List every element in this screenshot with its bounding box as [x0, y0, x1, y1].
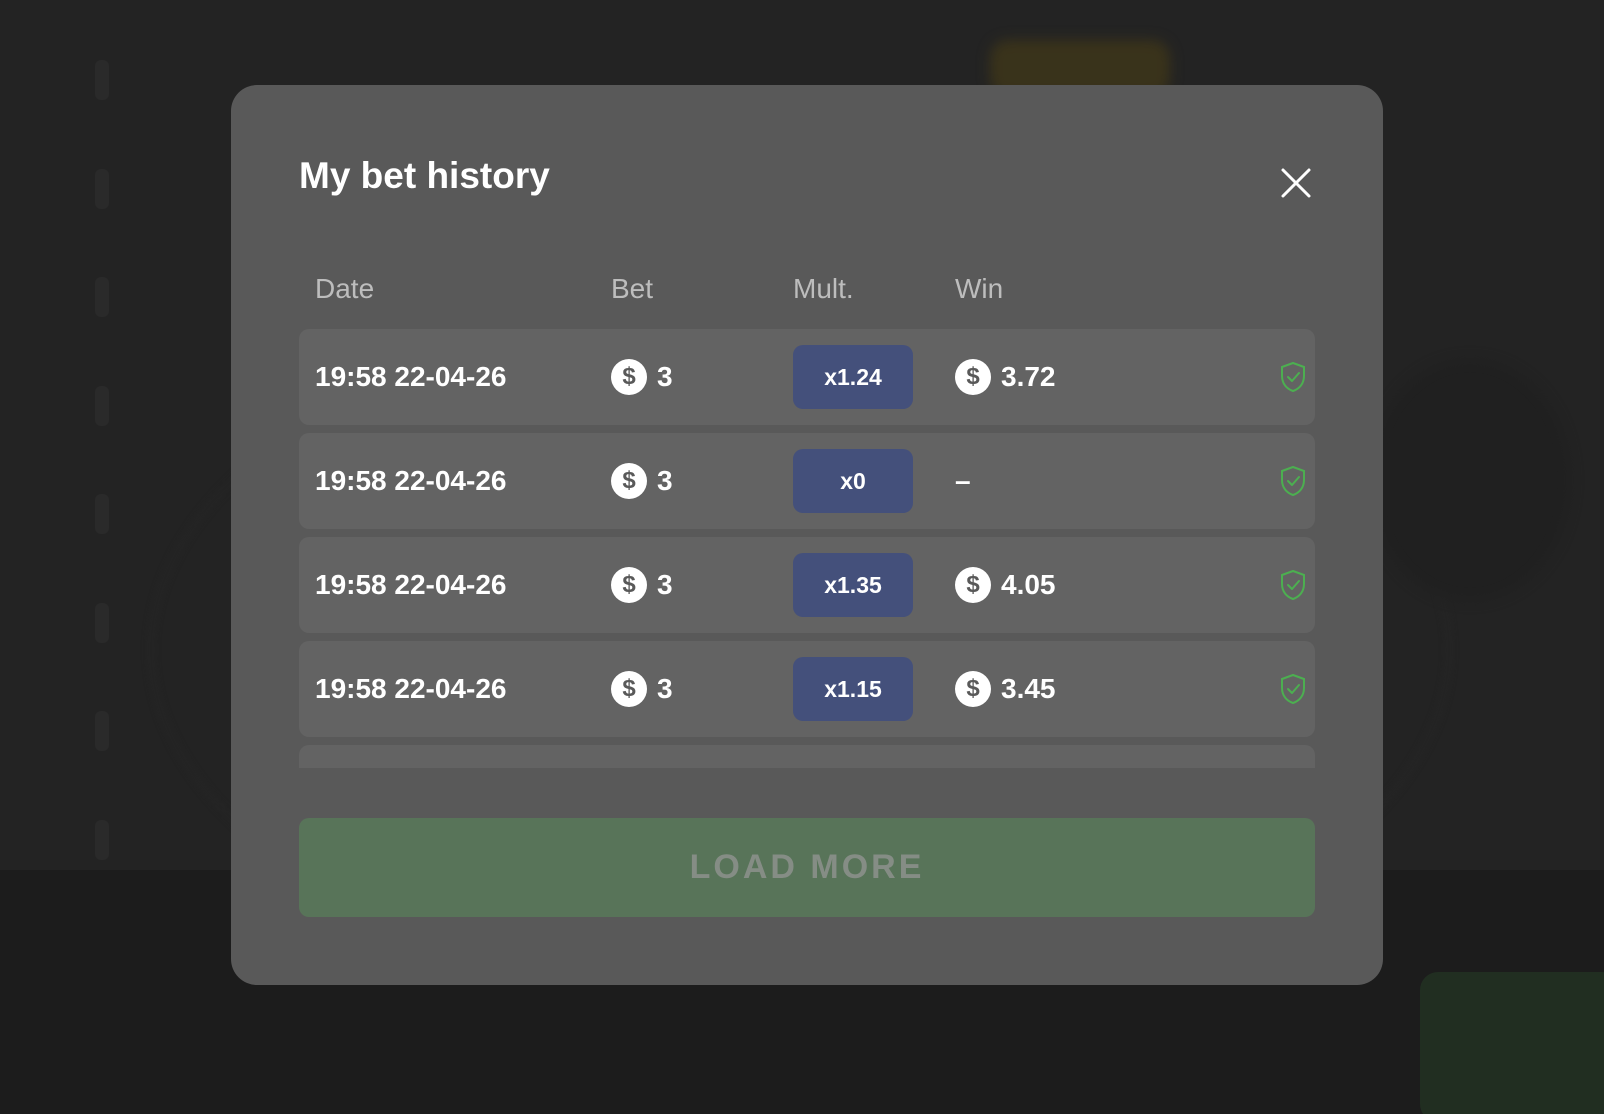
multiplier-badge: x1.15: [793, 657, 913, 721]
bet-history-modal: My bet history Date Bet Mult. Win 19:58 …: [231, 85, 1383, 985]
table-row: 19:58 22-04-26 $ 3 x1.15 $ 3.45: [299, 641, 1315, 737]
row-bet: $ 3: [611, 329, 673, 425]
row-win-amount: –: [955, 465, 971, 496]
header-win: Win: [955, 273, 1004, 304]
modal-title: My bet history: [299, 155, 550, 196]
row-bet: $ 3: [611, 641, 673, 737]
row-date: 19:58 22-04-26: [315, 673, 507, 704]
dollar-coin-icon: $: [955, 671, 991, 707]
row-bet: $ 3: [611, 537, 673, 633]
bet-history-list[interactable]: 19:58 22-04-26 $ 3 x1.24 $ 3.72 19:58 22…: [299, 329, 1315, 768]
close-icon: [1281, 168, 1311, 198]
row-bet-amount: 3: [657, 465, 673, 496]
multiplier-badge: x1.24: [793, 345, 913, 409]
table-row: 19:58 22-04-26 $ 3 x1.35 $ 4.05: [299, 537, 1315, 633]
row-mult: x1.24: [793, 329, 913, 425]
row-win-amount: 3.45: [1001, 673, 1056, 704]
close-button[interactable]: [1278, 165, 1314, 201]
header-bet: Bet: [611, 273, 654, 304]
row-date: 19:58 22-04-26: [315, 465, 507, 496]
row-bet-amount: 3: [657, 361, 673, 392]
row-mult: x0: [793, 433, 913, 529]
row-mult: x1.15: [793, 641, 913, 737]
multiplier-badge: x0: [793, 449, 913, 513]
row-win: $ 3.72: [955, 329, 1056, 425]
row-bet-amount: 3: [657, 569, 673, 600]
row-bet: $ 3: [611, 433, 673, 529]
dollar-coin-icon: $: [611, 359, 647, 395]
row-mult: [793, 745, 913, 768]
row-win-amount: 4.05: [1001, 569, 1056, 600]
shield-check-icon[interactable]: [1279, 433, 1307, 529]
header-mult: Mult.: [793, 273, 854, 304]
shield-check-icon[interactable]: [1279, 537, 1307, 633]
row-win-amount: 3.72: [1001, 361, 1056, 392]
dollar-coin-icon: $: [611, 671, 647, 707]
multiplier-badge: x1.35: [793, 553, 913, 617]
table-row: [299, 745, 1315, 768]
row-win: –: [955, 433, 971, 529]
row-mult: x1.35: [793, 537, 913, 633]
header-date: Date: [315, 273, 375, 304]
shield-check-icon[interactable]: [1279, 641, 1307, 737]
dollar-coin-icon: $: [955, 359, 991, 395]
table-header: Date Bet Mult. Win: [299, 273, 1315, 313]
load-more-button[interactable]: LOAD MORE: [299, 818, 1315, 917]
row-bet-amount: 3: [657, 673, 673, 704]
dollar-coin-icon: $: [611, 463, 647, 499]
row-win: $ 3.45: [955, 641, 1056, 737]
row-date: 19:58 22-04-26: [315, 569, 507, 600]
dollar-coin-icon: $: [611, 567, 647, 603]
dollar-coin-icon: $: [955, 567, 991, 603]
row-win: $ 4.05: [955, 537, 1056, 633]
table-row: 19:58 22-04-26 $ 3 x1.24 $ 3.72: [299, 329, 1315, 425]
shield-check-icon[interactable]: [1279, 329, 1307, 425]
row-date: 19:58 22-04-26: [315, 361, 507, 392]
table-row: 19:58 22-04-26 $ 3 x0 –: [299, 433, 1315, 529]
